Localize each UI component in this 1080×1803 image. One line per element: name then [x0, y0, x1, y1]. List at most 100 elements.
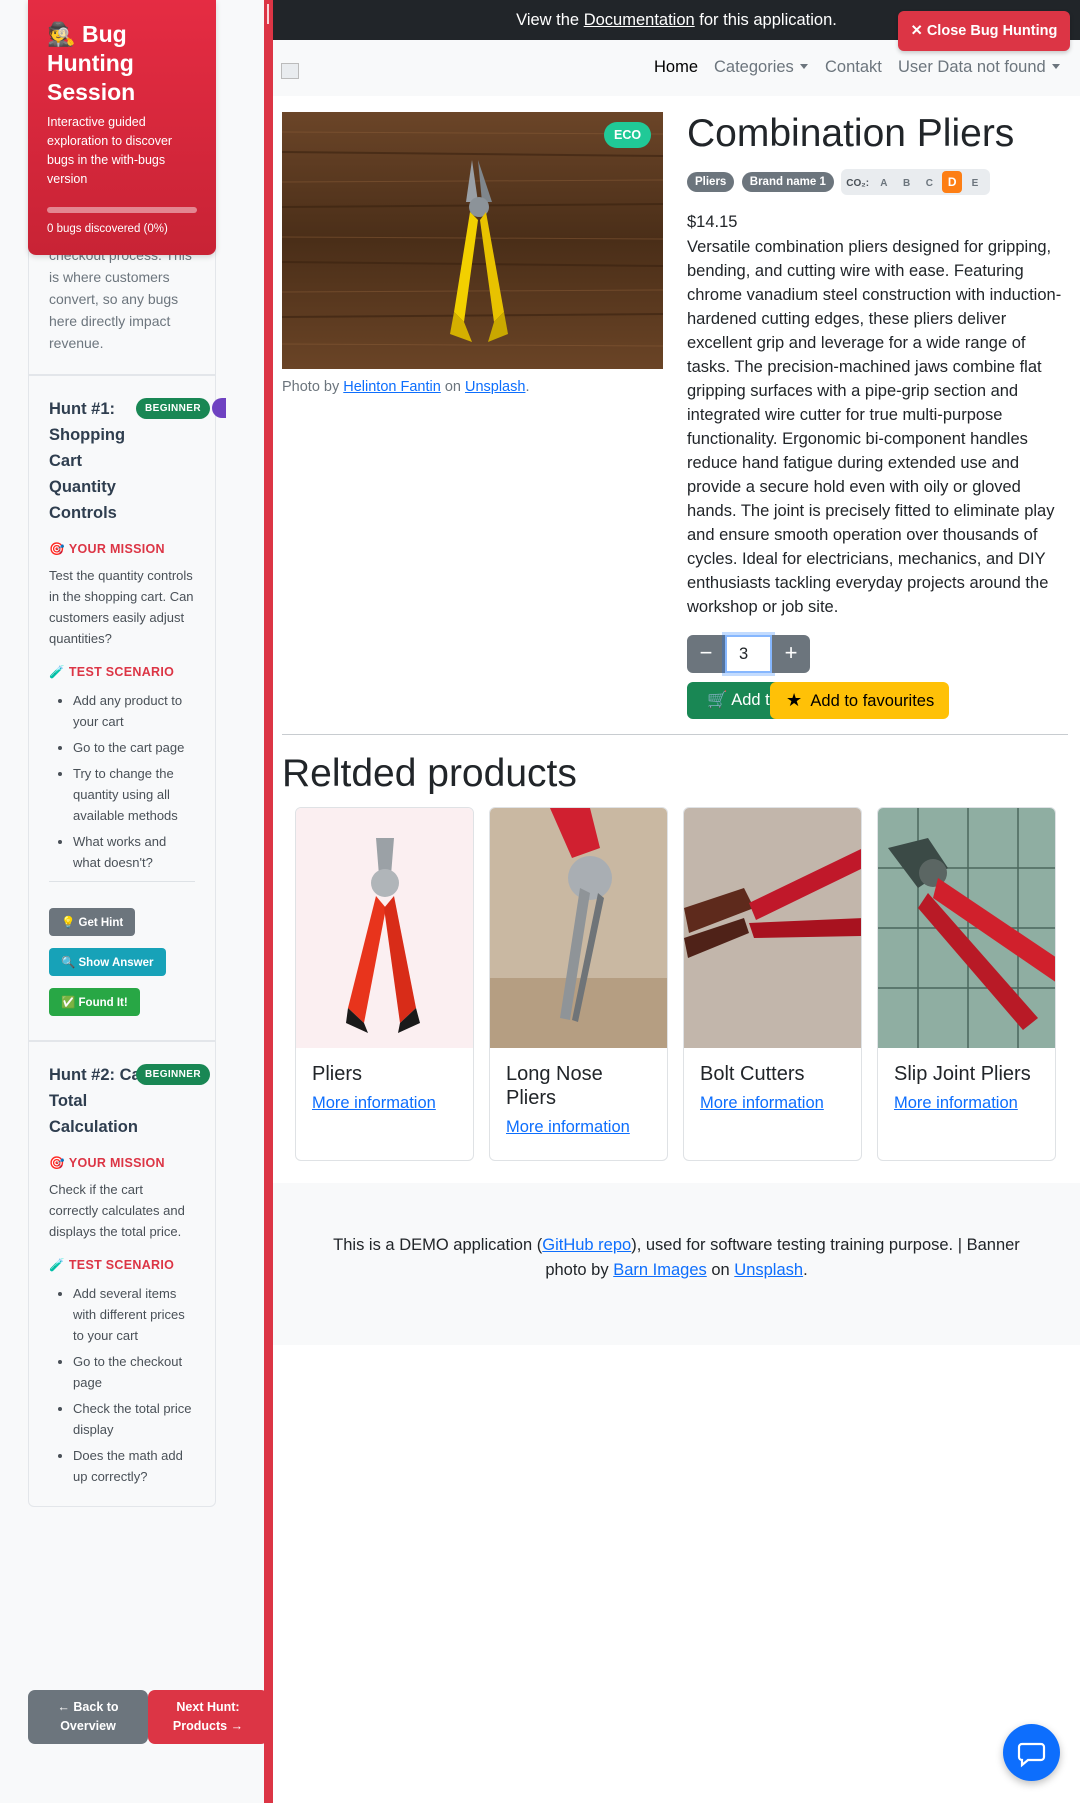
co2-grade: E [971, 178, 979, 189]
nav-user-menu[interactable]: User Data not found [898, 58, 1060, 77]
add-to-favourites-button[interactable]: ★ Add to favourites [770, 682, 949, 719]
add-to-cart-button[interactable]: 🛒 Add to cart [687, 682, 779, 719]
logo-image[interactable] [281, 63, 299, 79]
mission-text: Check if the cart correctly calculates a… [49, 1182, 185, 1239]
divider [49, 881, 195, 882]
product-description: Versatile combination pliers designed fo… [687, 238, 1062, 616]
difficulty-badge: BEGINNER [136, 398, 210, 419]
nav-contact[interactable]: Contakt [825, 58, 882, 77]
scenario-steps: Add several items with different prices … [49, 1283, 195, 1487]
hunt-list: checkout process. This is where customer… [28, 230, 226, 1507]
scenario-steps: Add any product to your cart Go to the c… [49, 690, 195, 873]
photographer-link[interactable]: Helinton Fantin [343, 379, 441, 395]
list-item: What works and what doesn't? [73, 831, 195, 873]
product-thumbnail [878, 808, 1055, 1048]
increase-quantity-button[interactable]: + [772, 635, 810, 673]
product-name: Long Nose Pliers [506, 1063, 603, 1109]
bug-hunting-sidebar: checkout process. This is where customer… [0, 0, 266, 1803]
test-tube-icon: 🧪 [49, 1258, 65, 1272]
eco-badge: ECO [604, 122, 652, 148]
bug-count: 0 bugs discovered (0%) [47, 223, 168, 235]
close-bug-hunting-button[interactable]: ✕ Close Bug Hunting [898, 11, 1070, 51]
category-badge [212, 398, 226, 418]
co2-grade: C [925, 178, 934, 189]
star-icon: ★ [786, 690, 803, 710]
hunt-navigation: ← Back to Overview Next Hunt: Products → [28, 1690, 266, 1744]
product-title: Combination Pliers [687, 112, 1015, 155]
chat-bubble-icon [1017, 1742, 1046, 1768]
back-to-overview-button[interactable]: ← Back to Overview [28, 1690, 148, 1744]
category-tag: Pliers [687, 172, 735, 192]
difficulty-badge: BEGINNER [136, 1064, 210, 1085]
footer-text: This is a DEMO application (GitHub repo)… [333, 1236, 1020, 1279]
session-description: Interactive guided exploration to discov… [47, 115, 173, 186]
co2-rating: CO₂: A B C D E [841, 169, 990, 195]
hunt-card-2: Hunt #2: Cart Total Calculation BEGINNER… [28, 1041, 216, 1507]
sidebar-resize-handle[interactable] [264, 0, 273, 1803]
show-answer-button[interactable]: 🔍 Show Answer [49, 948, 166, 976]
bug-progress-bar [47, 207, 197, 213]
mission-text: Test the quantity controls in the shoppi… [49, 568, 194, 646]
list-item: Check the total price display [73, 1398, 195, 1440]
product-name: Slip Joint Pliers [894, 1063, 1031, 1085]
list-item: Add any product to your cart [73, 690, 195, 732]
product-thumbnail [684, 808, 861, 1048]
product-price: $14.15 [687, 213, 738, 231]
list-item: Add several items with different prices … [73, 1283, 195, 1346]
target-icon: 🎯 [49, 542, 65, 556]
chevron-down-icon [799, 64, 808, 69]
product-thumbnail [490, 808, 667, 1048]
related-product-card[interactable]: Long Nose Pliers More information [489, 807, 668, 1161]
co2-grade-active: D [942, 171, 963, 193]
cart-icon: 🛒 [707, 691, 728, 709]
scenario-heading: 🧪 TEST SCENARIO [49, 1258, 175, 1272]
co2-label: CO₂: [846, 178, 870, 189]
page-footer: This is a DEMO application (GitHub repo)… [273, 1183, 1080, 1345]
session-title: 🕵️ Bug Hunting Session [47, 21, 136, 105]
related-products-heading: Reltded products [282, 752, 577, 795]
mission-heading: 🎯 YOUR MISSION [49, 1156, 165, 1170]
list-item: Go to the cart page [73, 737, 195, 758]
product-name: Pliers [312, 1063, 363, 1085]
photo-credit: Photo by Helinton Fantin on Unsplash. [282, 379, 530, 395]
hunt-title: Hunt #1: Shopping Cart Quantity Controls [49, 400, 126, 522]
nav-home[interactable]: Home [654, 58, 698, 77]
product-tags: Pliers Brand name 1 CO₂: A B C D E [687, 169, 990, 195]
co2-grade: B [903, 178, 911, 189]
related-product-card[interactable]: Pliers More information [295, 807, 474, 1161]
next-hunt-button[interactable]: Next Hunt: Products → [148, 1690, 266, 1744]
more-information-link[interactable]: More information [700, 1094, 845, 1113]
product-name: Bolt Cutters [700, 1063, 805, 1085]
related-product-card[interactable]: Slip Joint Pliers More information [877, 807, 1056, 1161]
found-it-button[interactable]: ✅ Found It! [49, 988, 140, 1016]
session-header: 🕵️ Bug Hunting Session Interactive guide… [28, 0, 216, 255]
more-information-link[interactable]: More information [506, 1118, 651, 1137]
github-repo-link[interactable]: GitHub repo [542, 1236, 631, 1254]
banner-photographer-link[interactable]: Barn Images [613, 1261, 707, 1279]
brand-tag: Brand name 1 [741, 172, 834, 192]
more-information-link[interactable]: More information [312, 1094, 457, 1113]
divider [282, 734, 1068, 735]
chat-button[interactable] [1003, 1724, 1060, 1781]
decrease-quantity-button[interactable]: − [687, 635, 725, 673]
quantity-input[interactable]: 3 [725, 635, 772, 673]
grip-icon [267, 4, 269, 24]
nav-categories[interactable]: Categories [714, 58, 808, 77]
related-product-card[interactable]: Bolt Cutters More information [683, 807, 862, 1161]
more-information-link[interactable]: More information [894, 1094, 1039, 1113]
target-icon: 🎯 [49, 1156, 65, 1170]
co2-grade: A [880, 178, 888, 189]
product-image [282, 112, 663, 369]
unsplash-link[interactable]: Unsplash [465, 379, 525, 395]
scenario-heading: 🧪 TEST SCENARIO [49, 665, 175, 679]
product-thumbnail [296, 808, 473, 1048]
list-item: Go to the checkout page [73, 1351, 195, 1393]
documentation-link[interactable]: Documentation [584, 11, 695, 29]
chevron-down-icon [1051, 64, 1060, 69]
hunt-card-1: Hunt #1: Shopping Cart Quantity Controls… [28, 375, 226, 1041]
get-hint-button[interactable]: 💡 Get Hint [49, 908, 136, 936]
unsplash-link[interactable]: Unsplash [734, 1261, 803, 1279]
test-tube-icon: 🧪 [49, 665, 65, 679]
mission-heading: 🎯 YOUR MISSION [49, 542, 165, 556]
list-item: Try to change the quantity using all ava… [73, 763, 195, 826]
